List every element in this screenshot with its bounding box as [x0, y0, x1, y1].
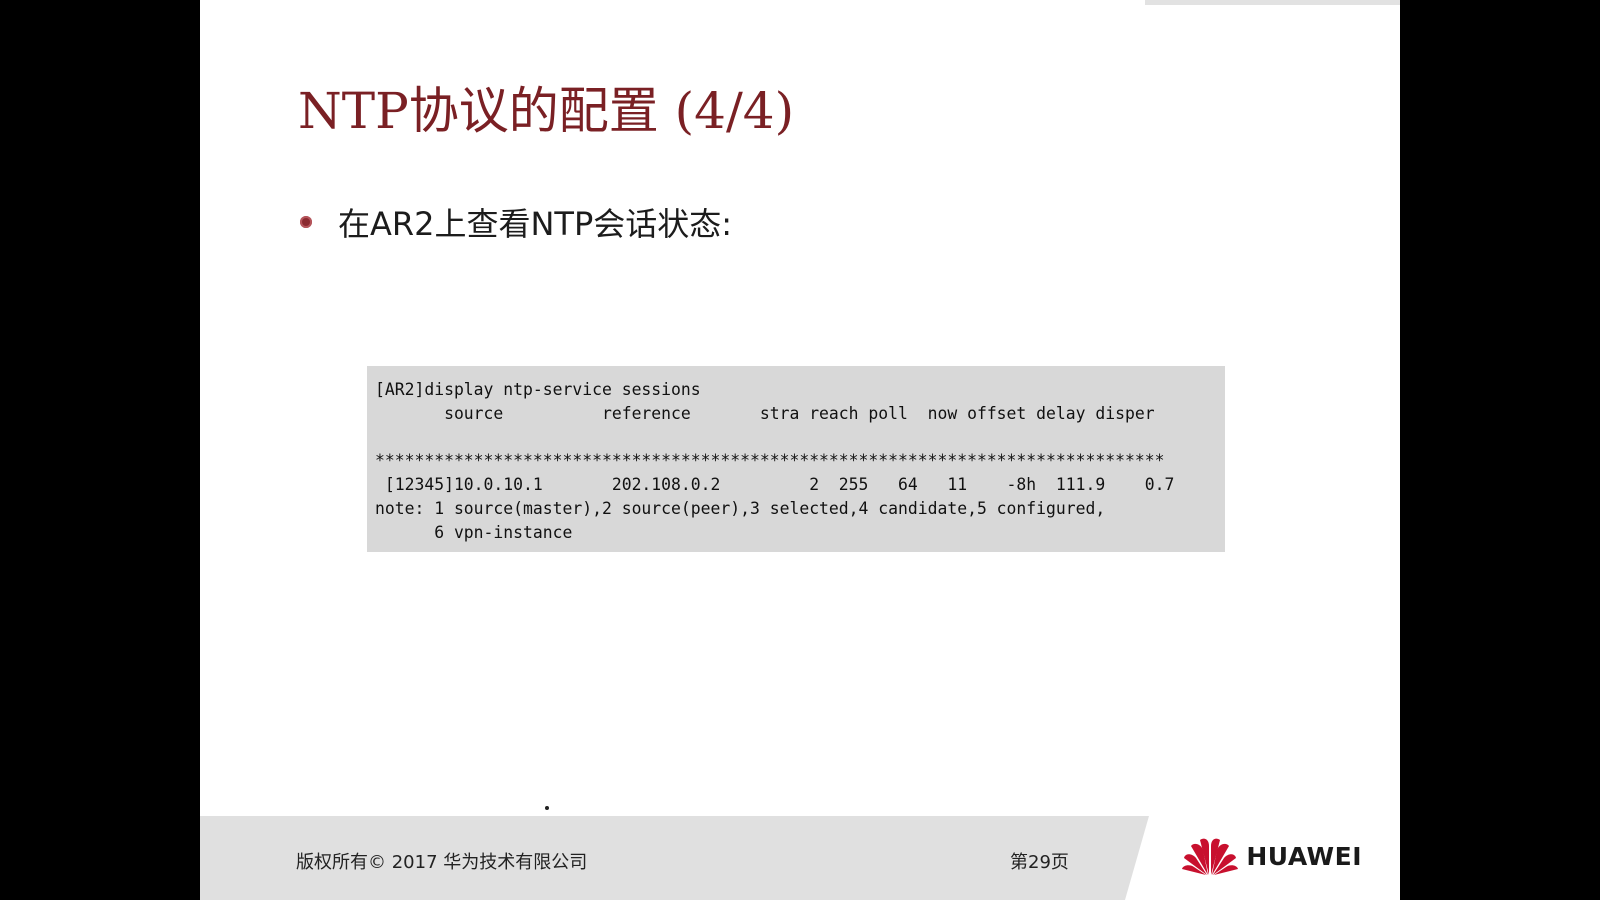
- bullet-text: 在AR2上查看NTP会话状态:: [338, 205, 733, 243]
- bullet-item: 在AR2上查看NTP会话状态:: [300, 196, 732, 248]
- cli-note-line: note: 1 source(master),2 source(peer),3 …: [375, 499, 1106, 518]
- bullet-dot-icon: [300, 216, 312, 228]
- cli-separator-line: ****************************************…: [375, 451, 1165, 470]
- cli-blank-line: [375, 426, 1215, 449]
- huawei-wordmark: HUAWEI: [1246, 841, 1362, 871]
- huawei-flower-icon: [1182, 838, 1239, 875]
- cli-session-row: [12345]10.0.10.1 202.108.0.2 2 255 64 11…: [375, 475, 1175, 494]
- page-number: 第29页: [1010, 852, 1069, 873]
- cli-note-line-2: 6 vpn-instance: [375, 523, 573, 542]
- mouse-pointer-dot: [545, 806, 549, 810]
- cli-output-block: [AR2]display ntp-service sessions source…: [367, 366, 1225, 552]
- cli-header-line: source reference stra reach poll now off…: [375, 404, 1155, 423]
- top-accent-bar: [1145, 0, 1400, 5]
- huawei-logo: HUAWEI: [1182, 836, 1362, 876]
- slide-title: NTP协议的配置 (4/4): [298, 82, 795, 140]
- slide: NTP协议的配置 (4/4) 在AR2上查看NTP会话状态: [AR2]disp…: [200, 0, 1400, 900]
- copyright-text: 版权所有© 2017 华为技术有限公司: [296, 852, 588, 873]
- slide-footer: 版权所有© 2017 华为技术有限公司 第29页 HUAWEI: [200, 816, 1400, 900]
- cli-command-line: [AR2]display ntp-service sessions: [375, 380, 701, 399]
- presentation-stage: NTP协议的配置 (4/4) 在AR2上查看NTP会话状态: [AR2]disp…: [0, 0, 1600, 900]
